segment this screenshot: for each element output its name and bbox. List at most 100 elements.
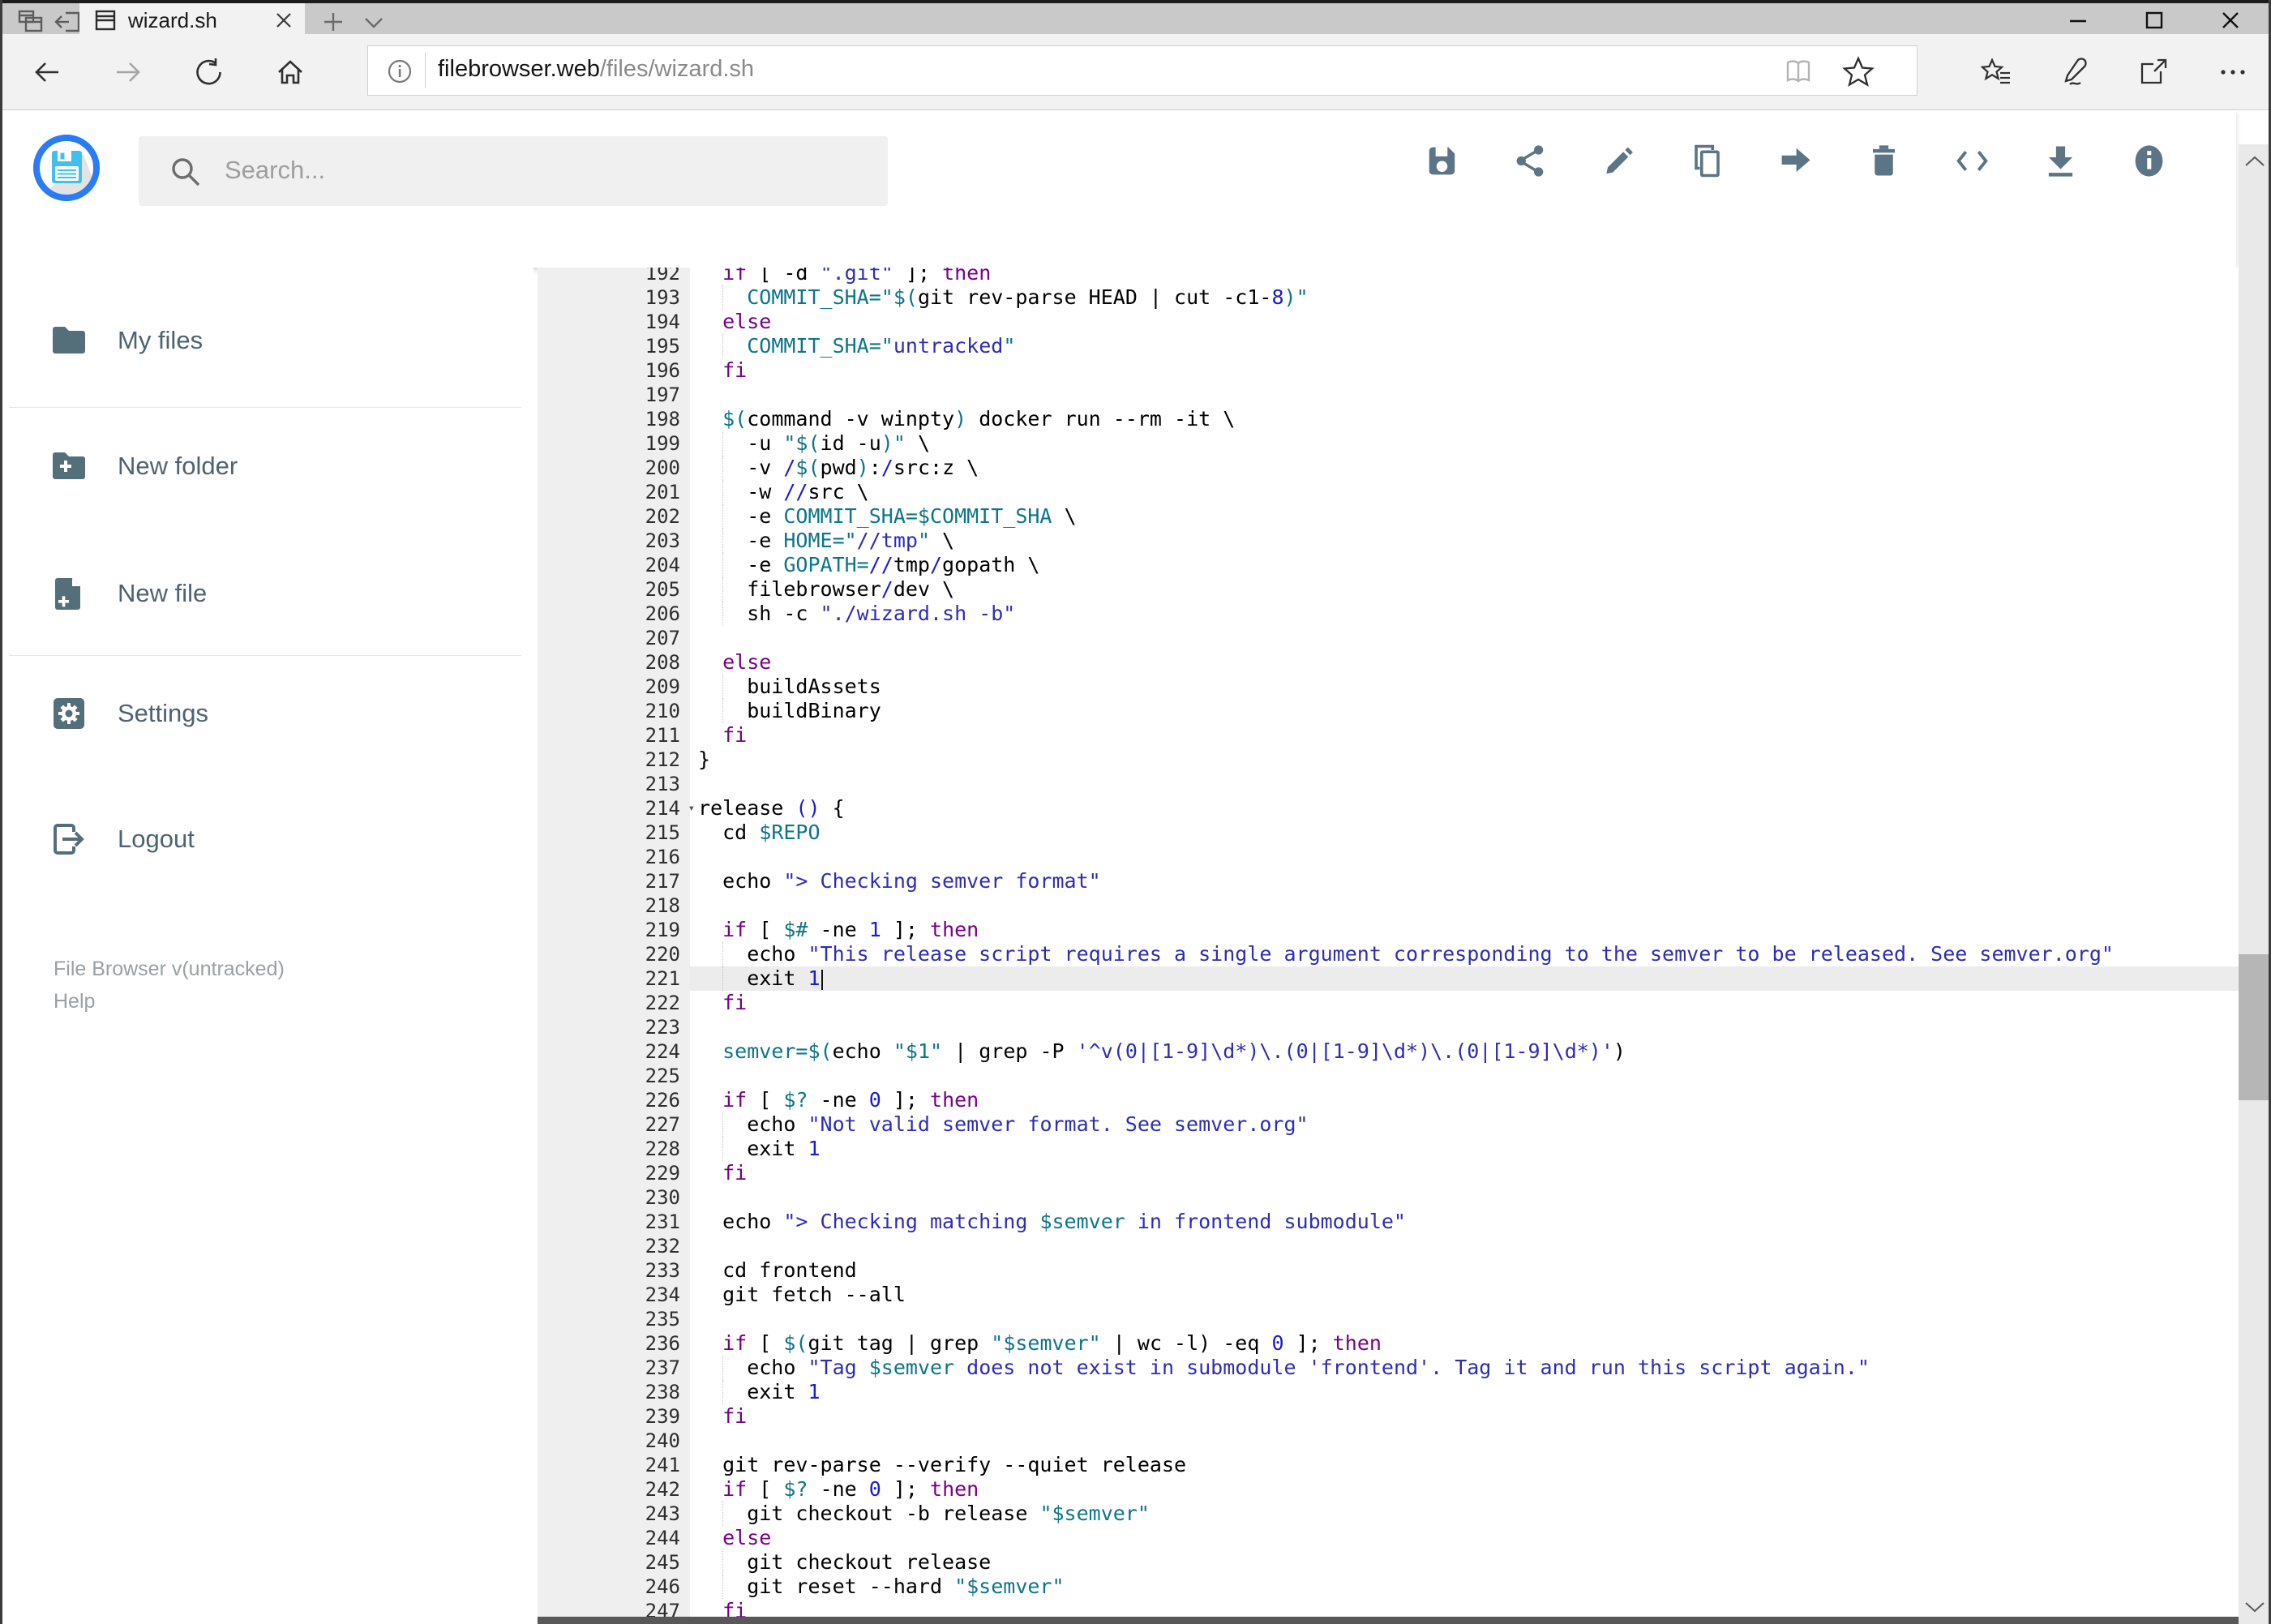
save-button[interactable] (1424, 143, 1460, 179)
code-line[interactable]: git checkout release (690, 1550, 2239, 1575)
code-line[interactable]: if [ -d ".git" ]; then (690, 268, 2239, 285)
tab-bar-chevron-icon[interactable] (363, 15, 384, 30)
maximize-button[interactable] (2116, 3, 2192, 37)
search-input[interactable]: Search... (139, 136, 888, 206)
code-line[interactable]: $(command -v winpty) docker run --rm -it… (690, 407, 2239, 431)
code-line[interactable]: filebrowser/dev \ (690, 577, 2239, 602)
code-line[interactable]: -v /$(pwd):/src:z \ (690, 456, 2239, 480)
forward-icon[interactable] (113, 57, 144, 88)
tab-close-icon[interactable] (274, 11, 294, 30)
info-button[interactable] (2131, 143, 2167, 179)
horizontal-scrollbar[interactable] (538, 1617, 2239, 1624)
code-line[interactable]: echo "This release script requires a sin… (690, 942, 2239, 966)
code-line[interactable]: sh -c "./wizard.sh -b" (690, 602, 2239, 626)
reading-view-icon[interactable] (1784, 57, 1813, 86)
code-line[interactable]: -w //src \ (690, 480, 2239, 504)
code-line[interactable]: -u "$(id -u)" \ (690, 431, 2239, 456)
vertical-scrollbar[interactable] (2239, 144, 2269, 1624)
sidebar-item-new-file[interactable]: New file (2, 569, 533, 618)
code-line[interactable]: fi (690, 991, 2239, 1015)
code-line[interactable]: cd $REPO (690, 821, 2239, 845)
code-line[interactable] (690, 845, 2239, 869)
set-tabs-aside-icon[interactable] (54, 8, 82, 36)
download-button[interactable] (2042, 143, 2079, 179)
home-icon[interactable] (275, 57, 306, 88)
code-line[interactable] (690, 1064, 2239, 1088)
code-line[interactable]: buildBinary (690, 699, 2239, 723)
code-line[interactable]: else (690, 310, 2239, 334)
rename-button[interactable] (1600, 143, 1637, 179)
code-line[interactable]: exit 1 (690, 1137, 2239, 1161)
code-line[interactable]: else (690, 650, 2239, 675)
sidebar-item-my-files[interactable]: My files (2, 316, 533, 365)
code-line[interactable] (690, 1234, 2239, 1258)
code-line[interactable]: COMMIT_SHA="untracked" (690, 334, 2239, 358)
code-line[interactable]: -e GOPATH=//tmp/gopath \ (690, 553, 2239, 577)
code-line[interactable]: semver=$(echo "$1" | grep -P '^v(0|[1-9]… (690, 1039, 2239, 1064)
code-line[interactable]: else (690, 1526, 2239, 1550)
code-line[interactable]: echo "> Checking matching $semver in fro… (690, 1210, 2239, 1234)
code-line[interactable] (690, 626, 2239, 650)
move-button[interactable] (1777, 143, 1814, 179)
code-line[interactable]: echo "> Checking semver format" (690, 869, 2239, 893)
code-line[interactable]: if [ $? -ne 0 ]; then (690, 1088, 2239, 1112)
code-line[interactable]: fi (690, 1161, 2239, 1185)
code-line[interactable]: if [ $# -ne 1 ]; then (690, 918, 2239, 942)
code-line[interactable] (690, 1307, 2239, 1331)
address-bar[interactable]: filebrowser.web/files/wizard.sh (367, 45, 1917, 96)
code-line[interactable]: exit 1 (690, 966, 2239, 991)
code-line[interactable] (690, 1429, 2239, 1453)
code-line[interactable]: echo "Tag $semver does not exist in subm… (690, 1356, 2239, 1380)
copy-button[interactable] (1689, 143, 1725, 179)
code-line[interactable]: } (690, 748, 2239, 772)
close-window-button[interactable] (2192, 3, 2269, 37)
code-editor[interactable]: 192 193 194 195 196 197 198 199 200 201 202 203 204 2… (538, 268, 2239, 1624)
back-icon[interactable] (32, 57, 62, 88)
code-line[interactable] (690, 772, 2239, 796)
indent-guide (722, 966, 724, 991)
code-line[interactable]: cd frontend (690, 1258, 2239, 1283)
share-page-icon[interactable] (2138, 57, 2169, 88)
scrollbar-thumb[interactable] (2239, 954, 2269, 1100)
active-tab[interactable]: wizard.sh (79, 3, 305, 37)
code-line[interactable]: -e COMMIT_SHA=$COMMIT_SHA \ (690, 504, 2239, 529)
code-line[interactable]: git reset --hard "$semver" (690, 1575, 2239, 1599)
code-line[interactable]: git rev-parse --verify --quiet release (690, 1453, 2239, 1477)
share-button[interactable] (1512, 143, 1549, 179)
code-line[interactable]: COMMIT_SHA="$(git rev-parse HEAD | cut -… (690, 285, 2239, 310)
code-line[interactable]: fi (690, 358, 2239, 383)
scroll-up-icon[interactable] (2243, 154, 2266, 169)
code-line[interactable]: fi (690, 1404, 2239, 1429)
favorite-star-icon[interactable] (1842, 55, 1875, 88)
code-line[interactable]: if [ $(git tag | grep "$semver" | wc -l)… (690, 1331, 2239, 1356)
help-link[interactable]: Help (54, 985, 285, 1018)
code-line[interactable]: git checkout -b release "$semver" (690, 1502, 2239, 1526)
refresh-icon[interactable] (194, 57, 225, 88)
code-line[interactable] (690, 383, 2239, 407)
editor-code[interactable]: if [ -d ".git" ]; then COMMIT_SHA="$(git… (690, 268, 2239, 1623)
sidebar-item-new-folder[interactable]: New folder (2, 442, 533, 491)
favorites-hub-icon[interactable] (1981, 57, 2012, 88)
code-line[interactable]: release () { (690, 796, 2239, 821)
scroll-down-icon[interactable] (2243, 1600, 2266, 1614)
annotate-icon[interactable] (2059, 57, 2089, 88)
code-line[interactable] (690, 893, 2239, 918)
code-line[interactable]: buildAssets (690, 675, 2239, 699)
code-line[interactable]: -e HOME="//tmp" \ (690, 529, 2239, 553)
code-line[interactable]: if [ $? -ne 0 ]; then (690, 1477, 2239, 1502)
tab-preview-icon[interactable] (17, 8, 45, 36)
site-info-icon[interactable] (386, 58, 413, 85)
sidebar-item-settings[interactable]: Settings (2, 689, 533, 738)
more-options-icon[interactable] (2217, 65, 2248, 96)
code-line[interactable]: echo "Not valid semver format. See semve… (690, 1112, 2239, 1137)
new-tab-icon[interactable] (323, 11, 344, 32)
code-line[interactable]: fi (690, 723, 2239, 748)
minimize-button[interactable] (2040, 3, 2116, 37)
code-line[interactable] (690, 1015, 2239, 1039)
code-line[interactable] (690, 1185, 2239, 1210)
code-view-button[interactable] (1954, 143, 1990, 179)
code-line[interactable]: git fetch --all (690, 1283, 2239, 1307)
delete-button[interactable] (1866, 143, 1902, 179)
code-line[interactable]: exit 1 (690, 1380, 2239, 1404)
sidebar-item-logout[interactable]: Logout (2, 815, 533, 863)
